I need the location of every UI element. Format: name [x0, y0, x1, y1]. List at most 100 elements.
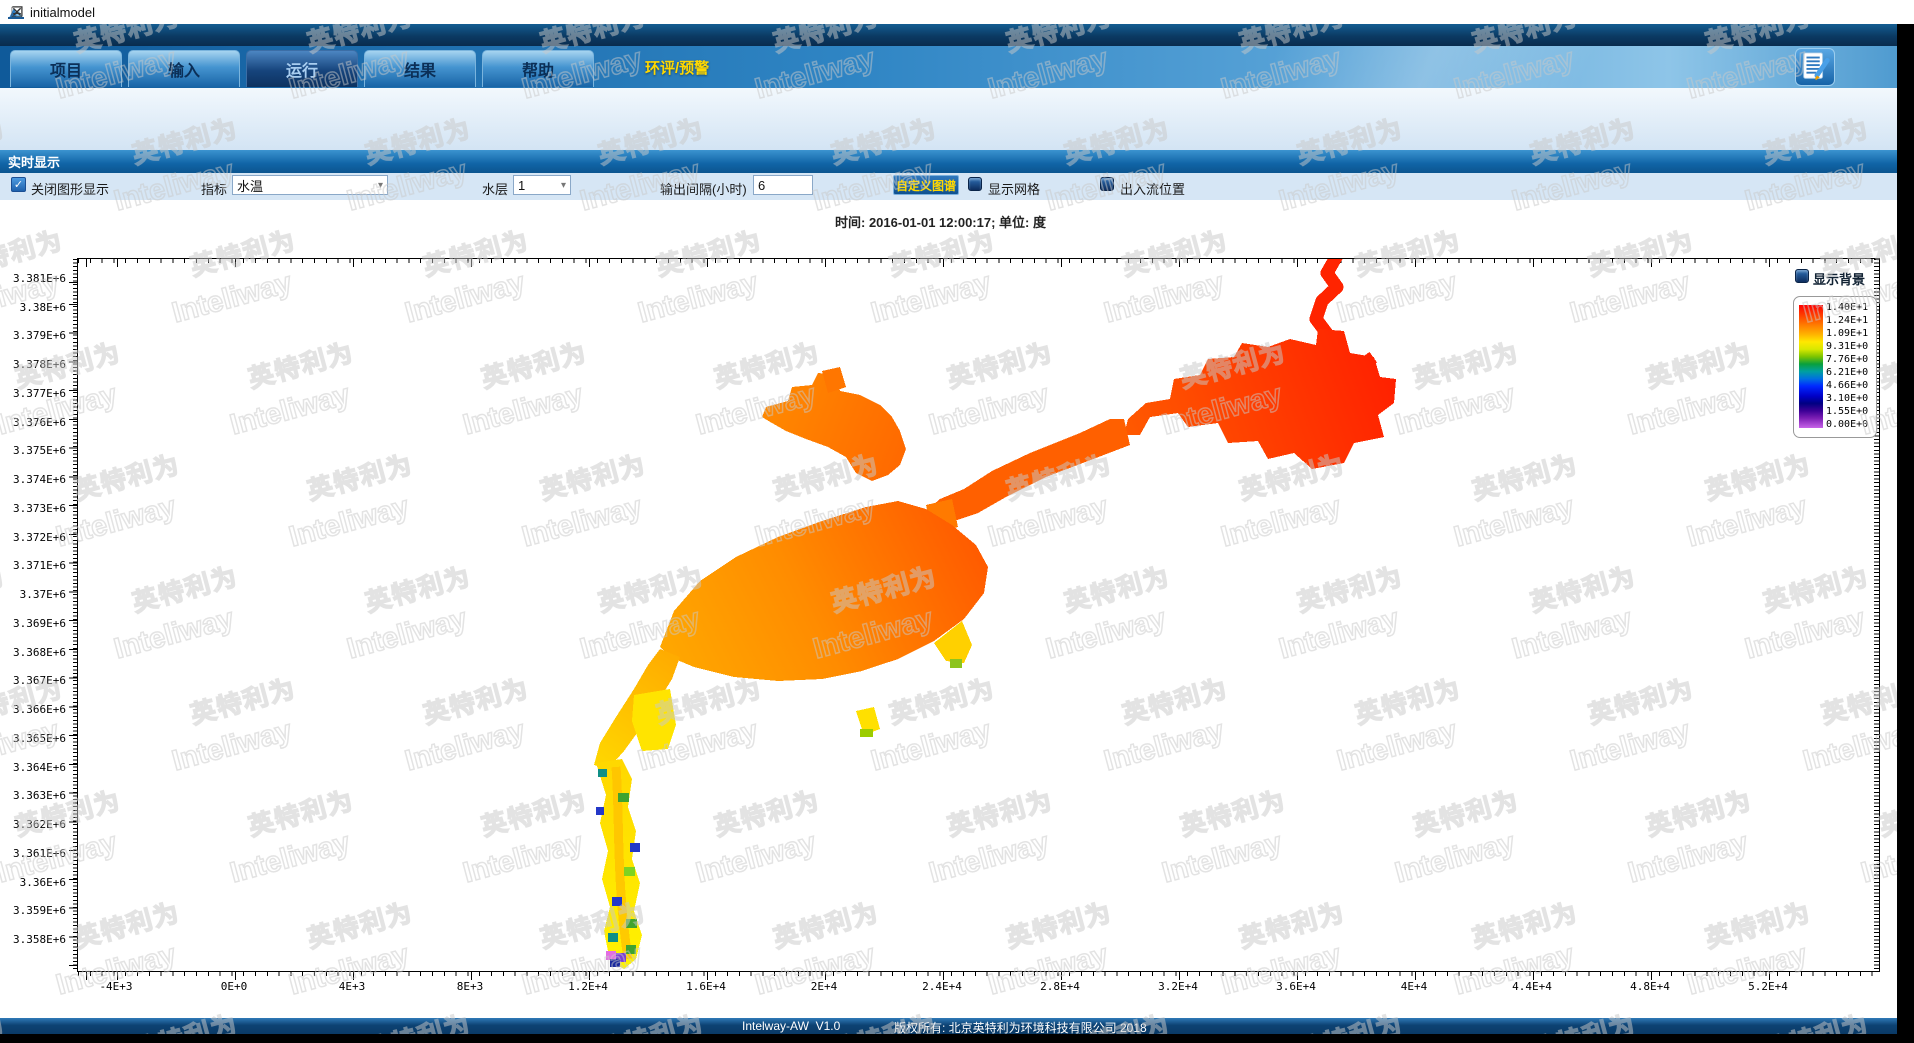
run-toolbar: 运行模型 已运行 0%。 暂停运行 终止运行 错误信息 — [0, 88, 1897, 150]
indicator-label: 指标 — [201, 179, 227, 198]
x-tick-label: 1.6E+4 — [671, 980, 741, 993]
heat-region-channel — [926, 419, 1130, 523]
copyright-text: 版权所有: 北京英特利为环境科技有限公司 2018 — [894, 1019, 1147, 1034]
realtime-section-title: 实时显示 — [8, 152, 60, 171]
x-tick-label: 1.2E+4 — [553, 980, 623, 993]
heat-region-lake-body — [660, 501, 988, 681]
y-tick-label: 3.372E+6 — [0, 531, 66, 544]
output-interval-input[interactable] — [753, 175, 813, 195]
heat-cell — [950, 659, 962, 668]
close-button[interactable]: ✕ — [0, 0, 34, 24]
x-tick-label: 8E+3 — [435, 980, 505, 993]
heat-cell — [608, 933, 618, 942]
show-grid-label: 显示网格 — [988, 179, 1040, 198]
colorbar-tick-label: 3.10E+0 — [1826, 393, 1874, 404]
colorbar-tick-label: 0.00E+0 — [1826, 419, 1874, 430]
y-tick-label: 3.363E+6 — [0, 789, 66, 802]
chevron-down-icon: ▾ — [378, 180, 383, 191]
layer-label: 水层 — [482, 179, 508, 198]
temperature-heatmap — [78, 259, 1879, 971]
colorbar-tick-label: 6.21E+0 — [1826, 367, 1874, 378]
inout-flow-label: 出入流位置 — [1120, 179, 1185, 198]
chevron-down-icon: ▾ — [561, 180, 566, 191]
output-interval-label: 输出间隔(小时) — [660, 179, 747, 198]
heat-cell — [630, 843, 640, 852]
x-tick-label: 4.8E+4 — [1615, 980, 1685, 993]
y-tick-label: 3.379E+6 — [0, 329, 66, 342]
tab-input[interactable]: 输入 — [128, 50, 240, 87]
y-tick-label: 3.359E+6 — [0, 904, 66, 917]
y-tick-label: 3.371E+6 — [0, 559, 66, 572]
y-tick-label: 3.381E+6 — [0, 272, 66, 285]
x-tick-label: 4.4E+4 — [1497, 980, 1567, 993]
y-tick-label: 3.36E+6 — [0, 876, 66, 889]
y-tick-label: 3.367E+6 — [0, 674, 66, 687]
x-tick-label: 3.2E+4 — [1143, 980, 1213, 993]
close-graph-checkbox[interactable]: ✓ — [11, 177, 26, 192]
menu-tab-bar: 项目输入运行结果帮助 环评/预警 — [0, 46, 1897, 88]
custom-palette-button[interactable]: 自定义图谱 — [893, 175, 959, 195]
y-tick-label: 3.37E+6 — [0, 588, 66, 601]
x-tick-label: 2.8E+4 — [1025, 980, 1095, 993]
heat-cell — [598, 769, 607, 777]
application-window: 项目输入运行结果帮助 环评/预警 运行模型 已运行 0%。 暂停运行 终止运行 … — [0, 24, 1897, 1034]
realtime-section-header: 实时显示 — [0, 150, 1897, 173]
heat-cell — [596, 807, 604, 815]
colorbar-tick-label: 1.55E+0 — [1826, 406, 1874, 417]
x-tick-label: -4E+3 — [81, 980, 151, 993]
y-tick-label: 3.38E+6 — [0, 301, 66, 314]
x-tick-label: 3.6E+4 — [1261, 980, 1331, 993]
y-tick-label: 3.376E+6 — [0, 416, 66, 429]
tab-help[interactable]: 帮助 — [482, 50, 594, 87]
x-tick-label: 2E+4 — [789, 980, 859, 993]
app-version-text: Intelway-AW V1.0 — [742, 1019, 840, 1033]
y-tick-label: 3.364E+6 — [0, 761, 66, 774]
y-tick-label: 3.375E+6 — [0, 444, 66, 457]
y-tick-label: 3.378E+6 — [0, 358, 66, 371]
y-tick-label: 3.368E+6 — [0, 646, 66, 659]
colorbar-tick-label: 7.76E+0 — [1826, 354, 1874, 365]
show-background-label: 显示背景 — [1813, 269, 1865, 288]
map-plot-area — [77, 258, 1880, 972]
menu-item-eia-warning[interactable]: 环评/预警 — [645, 57, 709, 78]
close-graph-label: 关闭图形显示 — [31, 179, 109, 198]
y-tick-label: 3.361E+6 — [0, 847, 66, 860]
tab-run[interactable]: 运行 — [246, 50, 358, 87]
window-title: initialmodel — [30, 5, 95, 20]
x-tick-label: 0E+0 — [199, 980, 269, 993]
colorbar-tick-label: 4.66E+0 — [1826, 380, 1874, 391]
show-background-checkbox[interactable] — [1795, 269, 1809, 283]
x-tick-label: 5.2E+4 — [1733, 980, 1803, 993]
y-tick-label: 3.374E+6 — [0, 473, 66, 486]
tab-results[interactable]: 结果 — [364, 50, 476, 87]
heat-cell — [612, 897, 622, 906]
heat-cell — [626, 919, 637, 928]
tab-project[interactable]: 项目 — [10, 50, 122, 87]
x-tick-label: 4E+3 — [317, 980, 387, 993]
x-tick-label: 4E+4 — [1379, 980, 1449, 993]
heat-cell — [624, 867, 635, 876]
indicator-select[interactable]: 水温 ▾ — [232, 175, 388, 195]
colorbar-tick-label: 1.24E+1 — [1826, 315, 1874, 326]
x-tick-label: 2.4E+4 — [907, 980, 977, 993]
top-banner — [0, 24, 1897, 46]
y-tick-label: 3.369E+6 — [0, 617, 66, 630]
plot-time-title: 时间: 2016-01-01 12:00:17; 单位: 度 — [835, 212, 1046, 231]
y-tick-label: 3.365E+6 — [0, 732, 66, 745]
layer-select[interactable]: 1 ▾ — [513, 175, 571, 195]
heat-cell — [606, 951, 616, 960]
heat-cell — [860, 729, 873, 737]
heat-region-ne-body — [1124, 329, 1396, 469]
show-grid-checkbox[interactable] — [968, 177, 982, 191]
heat-cell — [626, 945, 636, 954]
colorbar-tick-label: 9.31E+0 — [1826, 341, 1874, 352]
report-editor-button[interactable] — [1795, 48, 1835, 86]
heat-cell — [618, 793, 629, 802]
colorbar-tick-label: 1.40E+1 — [1826, 302, 1874, 313]
indicator-value: 水温 — [237, 176, 263, 195]
title-bar: initialmodel – ❐ ✕ — [0, 0, 1914, 24]
colorbar-tick-label: 1.09E+1 — [1826, 328, 1874, 339]
colorbar-gradient — [1799, 305, 1823, 428]
heat-region-west-bump — [632, 689, 676, 751]
inout-flow-checkbox[interactable] — [1100, 177, 1114, 191]
